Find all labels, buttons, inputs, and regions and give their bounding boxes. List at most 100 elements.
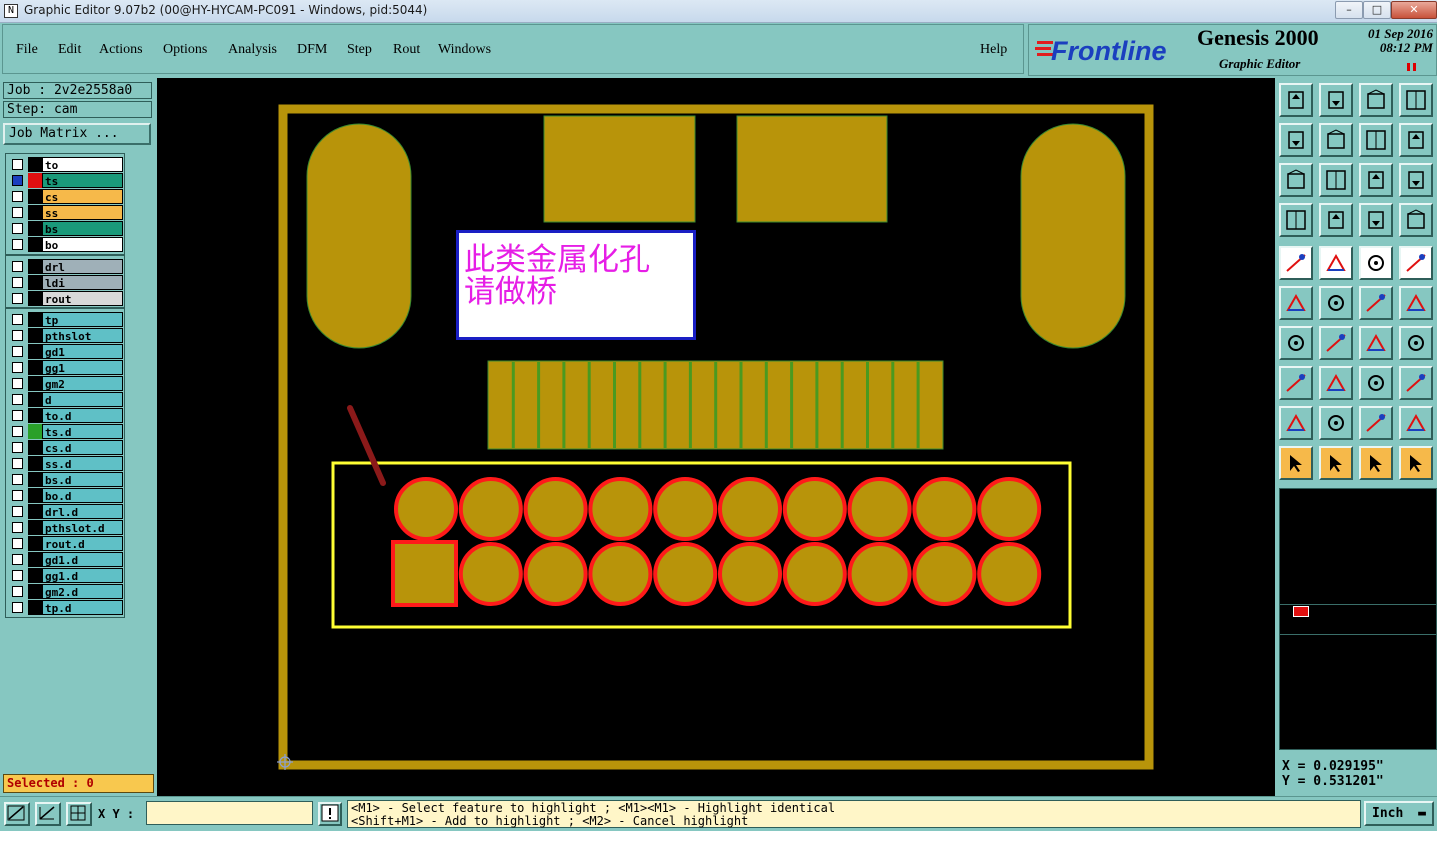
layer-row-drl-d[interactable]: drl.d [8, 504, 123, 519]
layer-checkbox[interactable] [12, 346, 23, 357]
layer-name[interactable]: ldi [42, 275, 123, 290]
layer-row-bs-d[interactable]: bs.d [8, 472, 123, 487]
layer-row-pthslot-d[interactable]: pthslot.d [8, 520, 123, 535]
layer-checkbox[interactable] [12, 506, 23, 517]
layer-row-tp-d[interactable]: tp.d [8, 600, 123, 615]
layer-name[interactable]: ts.d [42, 424, 123, 439]
layer-checkbox[interactable] [12, 159, 23, 170]
fit-icon[interactable] [1279, 163, 1313, 197]
maximize-button[interactable]: □ [1363, 1, 1391, 19]
line-cut-icon[interactable] [1319, 366, 1353, 400]
layer-row-ss-d[interactable]: ss.d [8, 456, 123, 471]
add-line-2-icon[interactable] [1399, 286, 1433, 320]
layer-checkbox[interactable] [12, 554, 23, 565]
layer-name[interactable]: gd1.d [42, 552, 123, 567]
overview-map[interactable] [1279, 488, 1437, 750]
layer-row-gd1-d[interactable]: gd1.d [8, 552, 123, 567]
triangle-move-icon[interactable] [1399, 406, 1433, 440]
zoom-window-icon[interactable] [1399, 83, 1433, 117]
layer-name[interactable]: bo.d [42, 488, 123, 503]
layer-row-to[interactable]: to [8, 157, 123, 172]
pause-icon[interactable] [1407, 63, 1419, 71]
layer-display-icon[interactable] [1359, 203, 1393, 237]
layer-row-ss[interactable]: ss [8, 205, 123, 220]
menu-rout[interactable]: Rout [393, 42, 420, 58]
menu-dfm[interactable]: DFM [297, 42, 327, 58]
layer-row-cs-d[interactable]: cs.d [8, 440, 123, 455]
layer-name[interactable]: ts [42, 173, 123, 188]
pan-left-icon[interactable] [1279, 123, 1313, 157]
layer-name[interactable]: gg1.d [42, 568, 123, 583]
triangle-check-icon[interactable] [1359, 406, 1393, 440]
layer-row-cs[interactable]: cs [8, 189, 123, 204]
layer-checkbox[interactable] [12, 570, 23, 581]
layer-name[interactable]: to.d [42, 408, 123, 423]
layer-checkbox[interactable] [12, 586, 23, 597]
minimize-button[interactable]: – [1335, 1, 1363, 19]
layer-display-2-icon[interactable] [1399, 203, 1433, 237]
layer-checkbox[interactable] [12, 330, 23, 341]
menu-file[interactable]: File [16, 42, 38, 58]
menu-actions[interactable]: Actions [99, 42, 143, 58]
layer-name[interactable]: tp [42, 312, 123, 327]
graphic-control-icon[interactable] [1279, 203, 1313, 237]
pan-right-icon[interactable] [1319, 123, 1353, 157]
menu-windows[interactable]: Windows [438, 42, 491, 58]
layer-name[interactable]: rout.d [42, 536, 123, 551]
layer-name[interactable]: gm2.d [42, 584, 123, 599]
menu-help[interactable]: Help [980, 42, 1007, 58]
slope-icon[interactable] [1319, 326, 1353, 360]
xy-input[interactable] [146, 801, 313, 825]
layer-checkbox[interactable] [12, 362, 23, 373]
layer-row-ts-d[interactable]: ts.d [8, 424, 123, 439]
job-matrix-button[interactable]: Job Matrix ... [3, 123, 151, 145]
layer-row-gm2-d[interactable]: gm2.d [8, 584, 123, 599]
layer-name[interactable]: ss.d [42, 456, 123, 471]
layer-name[interactable]: gm2 [42, 376, 123, 391]
layer-row-gg1[interactable]: gg1 [8, 360, 123, 375]
layer-row-bs[interactable]: bs [8, 221, 123, 236]
layer-row-to-d[interactable]: to.d [8, 408, 123, 423]
units-selector[interactable]: Inch ▬ [1364, 801, 1434, 826]
layer-name[interactable]: d [42, 392, 123, 407]
pad-icon[interactable] [1279, 366, 1313, 400]
layer-row-rout[interactable]: rout [8, 291, 123, 306]
layer-name[interactable]: tp.d [42, 600, 123, 615]
layer-row-pthslot[interactable]: pthslot [8, 328, 123, 343]
zoom-home-icon[interactable] [1279, 83, 1313, 117]
layer-checkbox[interactable] [12, 522, 23, 533]
layer-checkbox[interactable] [12, 293, 23, 304]
select-path-icon[interactable] [1399, 446, 1433, 480]
layer-checkbox[interactable] [12, 378, 23, 389]
frame-icon[interactable] [1399, 246, 1433, 280]
layer-name[interactable]: drl [42, 259, 123, 274]
layer-name[interactable]: ss [42, 205, 123, 220]
layer-checkbox[interactable] [12, 239, 23, 250]
layer-name[interactable]: pthslot.d [42, 520, 123, 535]
layer-name[interactable]: bs [42, 221, 123, 236]
layer-checkbox[interactable] [12, 261, 23, 272]
select-box-icon[interactable] [1319, 446, 1353, 480]
menu-edit[interactable]: Edit [58, 42, 81, 58]
layer-checkbox[interactable] [12, 223, 23, 234]
layer-row-rout-d[interactable]: rout.d [8, 536, 123, 551]
layer-row-gd1[interactable]: gd1 [8, 344, 123, 359]
menu-step[interactable]: Step [347, 42, 372, 58]
layer-name[interactable]: drl.d [42, 504, 123, 519]
layer-name[interactable]: gd1 [42, 344, 123, 359]
layer-checkbox[interactable] [12, 442, 23, 453]
layer-name[interactable]: rout [42, 291, 123, 306]
layer-name[interactable]: bs.d [42, 472, 123, 487]
layer-checkbox[interactable] [12, 191, 23, 202]
layer-row-bo-d[interactable]: bo.d [8, 488, 123, 503]
add-line-icon[interactable] [1359, 286, 1393, 320]
triangle-up-icon[interactable] [1319, 406, 1353, 440]
connect-icon[interactable] [1279, 286, 1313, 320]
menu-options[interactable]: Options [163, 42, 207, 58]
triangle-angle-icon[interactable] [1279, 406, 1313, 440]
grid-icon[interactable] [1319, 203, 1353, 237]
layer-name[interactable]: pthslot [42, 328, 123, 343]
layer-checkbox[interactable] [12, 314, 23, 325]
help-query-icon[interactable] [1399, 163, 1433, 197]
layer-row-ts[interactable]: ts [8, 173, 123, 188]
